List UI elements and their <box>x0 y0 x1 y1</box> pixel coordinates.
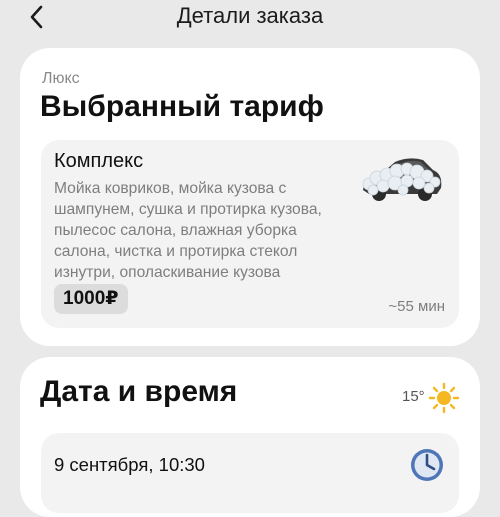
tariff-name: Комплекс <box>54 150 144 172</box>
page-title: Детали заказа <box>176 3 324 28</box>
foam-car-icon <box>362 158 442 201</box>
temperature-label: 15° <box>402 388 425 405</box>
datetime-value: 9 сентября, 10:30 <box>54 454 205 475</box>
tariff-card: Люкс Выбранный тариф Комплекс Мойка ковр… <box>20 48 480 346</box>
datetime-section-title: Дата и время <box>40 375 238 408</box>
header: Детали заказа <box>0 0 500 34</box>
tariff-category: Люкс <box>42 70 80 87</box>
price-badge: 1000₽ <box>54 284 128 314</box>
selected-tariff[interactable]: Комплекс Мойка ковриков, мойка кузова с … <box>41 140 459 328</box>
datetime-selector[interactable]: 9 сентября, 10:30 <box>41 433 459 513</box>
duration-label: ~55 мин <box>388 298 445 315</box>
tariff-description: Мойка ковриков, мойка кузова с шампунем,… <box>54 180 322 281</box>
clock-icon <box>411 449 443 481</box>
tariff-section-title: Выбранный тариф <box>40 90 324 123</box>
sun-icon <box>428 382 460 414</box>
datetime-card: Дата и время 15° 9 сентября, 10:30 <box>20 357 480 517</box>
